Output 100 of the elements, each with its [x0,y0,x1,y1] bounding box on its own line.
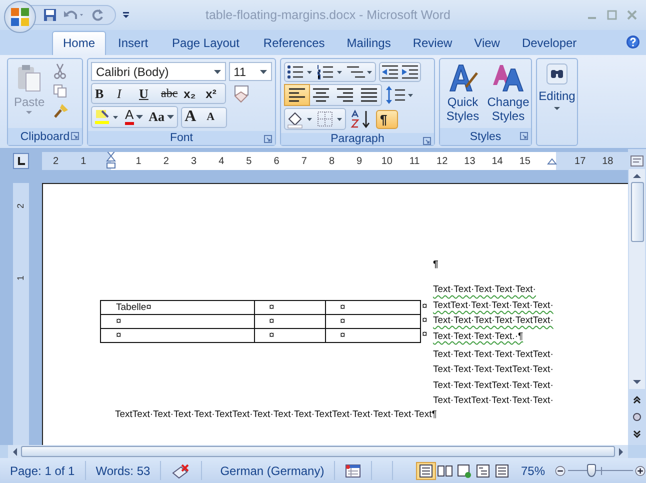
scissors-icon[interactable] [52,63,67,79]
customize-caret-icon[interactable] [122,11,130,19]
view-ruler-icon[interactable] [630,153,644,167]
show-marks-button[interactable]: ¶ [376,110,398,128]
text-line: Text·TextText·Text·Text·Text· [433,394,554,408]
font-color-button[interactable]: A [122,107,146,126]
caret-icon [26,111,32,115]
ribbon-tab[interactable]: View [464,32,510,55]
brush-icon[interactable] [52,103,69,119]
scrollbar-thumb[interactable] [21,446,615,457]
next-page-icon[interactable] [632,429,642,439]
copy-icon[interactable] [52,84,67,98]
page-count[interactable]: Page: 1 of 1 [0,461,86,480]
view-mode-icon[interactable] [474,462,492,478]
ruler-number: 10 [380,156,394,166]
group-label: Paragraph [330,133,384,145]
format-button[interactable]: B [92,84,114,103]
numbering-icon[interactable] [315,63,345,81]
shrink-font-button[interactable]: A [204,108,226,126]
four-squares-icon [9,6,31,28]
line-spacing-icon[interactable] [385,85,415,105]
help-icon[interactable] [626,35,640,49]
row-end-mark: ¤ [421,314,428,328]
scroll-right-icon[interactable] [617,446,625,456]
scroll-down-icon[interactable] [632,378,642,386]
dialog-launcher-icon[interactable] [264,135,272,143]
caret-icon [554,107,560,111]
ribbon-tab[interactable]: Home [52,31,106,55]
format-button[interactable]: abc [158,84,181,103]
ribbon-tab[interactable]: Developer [512,32,587,55]
ruler-number: 18 [601,156,614,166]
office-button[interactable] [4,1,36,33]
language-label[interactable]: German (Germany) [202,461,336,480]
row-end-mark: ¤ [421,328,428,342]
format-button[interactable]: x² [202,84,225,103]
styles-button[interactable]: Change Styles [486,61,530,123]
caret-icon [166,114,174,118]
ruler-number: 13 [463,156,476,166]
table-cell: ¤ [100,328,255,343]
group-label: Clipboard [20,130,70,142]
ruler-number: 2 [52,156,60,166]
table-cell: ¤ [325,328,421,343]
ribbon-tab[interactable]: References [253,32,335,55]
format-button[interactable]: U [136,84,158,103]
dialog-launcher-icon[interactable] [520,132,528,140]
view-mode-icon[interactable] [454,462,473,478]
grow-font-button[interactable]: A [182,108,204,126]
increase-indent-icon[interactable] [400,63,420,81]
text-line: Text·Text·Text·TextText·Text· [433,363,554,378]
ruler-number: 4 [218,156,226,166]
ruler-number: 8 [328,156,336,166]
styles-button[interactable]: Quick Styles [440,61,485,123]
zoom-slider[interactable] [568,462,634,478]
text-line: Text·Text·TextText·Text·Text· [433,378,554,393]
font-name-dropdown[interactable]: Calibri (Body) [91,62,226,81]
undo-icon[interactable] [63,8,85,22]
format-button[interactable]: I [114,84,136,103]
view-mode-icon[interactable] [436,462,454,478]
scroll-left-icon[interactable] [11,446,19,456]
ribbon-tab[interactable]: Page Layout [160,32,252,55]
text-line: TextText·Text·Text·Text·TextText·Text·Text·Text·TextText·Text·Text·Text·Text¶ [114,408,437,422]
caret-icon [214,70,221,74]
ruler-number: 1 [134,156,142,166]
ribbon-tab[interactable]: Review [402,32,462,55]
format-button[interactable]: x₂ [180,84,203,103]
group-label: Styles [470,130,502,142]
horizontal-scrollbar[interactable] [8,445,628,458]
redo-icon[interactable] [91,8,105,22]
bullets-icon[interactable] [285,63,315,81]
dialog-launcher-icon[interactable] [71,132,79,140]
change-case-button[interactable]: Aa [146,107,177,126]
ruler-number: 2 [16,204,26,208]
tab-stop-icon [16,156,26,166]
ruler-number: 15 [518,156,532,166]
dialog-launcher-icon[interactable] [423,137,431,145]
align-icon[interactable] [285,85,309,105]
tab-selector-button[interactable] [13,153,29,169]
vertical-scrollbar[interactable] [629,169,645,389]
view-mode-icon[interactable] [492,462,511,478]
ruler-number: 17 [574,156,587,166]
binoculars-icon [546,63,568,85]
ruler-number: 2 [162,156,170,166]
view-mode-icon[interactable] [416,462,435,478]
word-count[interactable]: Words: 53 [86,461,162,480]
indent-marker-icon[interactable] [106,152,116,170]
ribbon-tab[interactable]: Insert [108,32,158,55]
scrollbar-thumb[interactable] [630,182,644,242]
ruler-number: 7 [300,156,308,166]
scroll-up-icon[interactable] [632,172,642,180]
zoom-slider-thumb[interactable] [586,464,596,476]
ruler-number: 12 [436,156,449,166]
zoom-level[interactable]: 75% [520,464,546,478]
decrease-indent-icon[interactable] [380,63,400,81]
save-icon[interactable] [43,8,57,22]
row-end-mark: ¤ [421,300,428,314]
right-indent-marker-icon[interactable] [547,157,558,165]
previous-page-icon[interactable] [632,395,642,405]
browse-object-icon[interactable] [632,412,642,422]
font-size-dropdown[interactable]: 11 [228,62,272,81]
ribbon-tab[interactable]: Mailings [336,32,401,55]
